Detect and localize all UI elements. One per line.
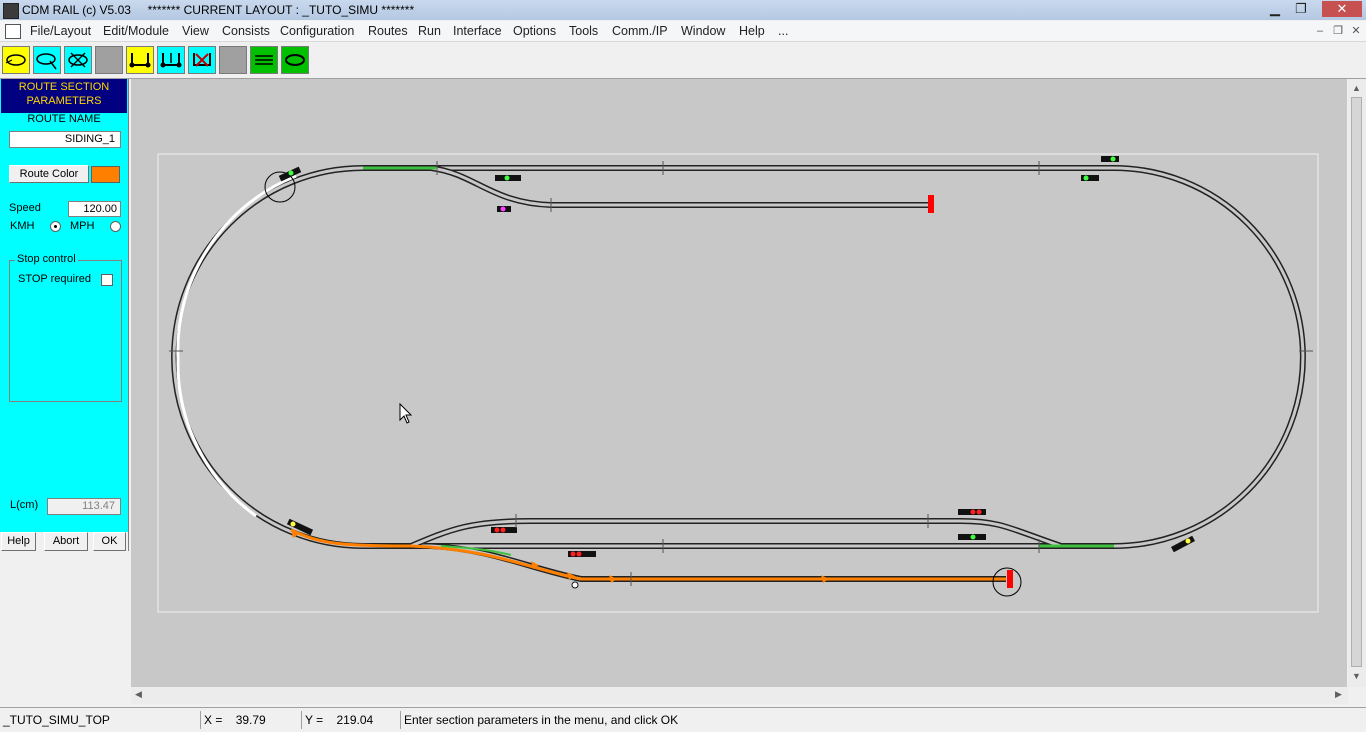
blank-tool-icon-2[interactable] [219,46,247,74]
menu-consists[interactable]: Consists [222,24,270,38]
child-window-icon[interactable] [5,24,21,39]
mdi-close-button[interactable]: ✕ [1348,24,1364,38]
mph-label: MPH [70,220,95,232]
kmh-label: KMH [10,220,35,232]
ok-button[interactable]: OK [93,532,126,551]
status-y-label: Y = [305,713,324,727]
window-title: CDM RAIL (c) V5.03 ******* CURRENT LAYOU… [22,3,415,17]
menu-more[interactable]: ... [778,24,788,38]
close-button[interactable]: ✕ [1322,1,1362,17]
horizontal-scrollbar[interactable]: ◀ ▶ [131,687,1348,704]
status-y-value: 219.04 [336,713,374,727]
selected-section [176,174,297,518]
abort-button[interactable]: Abort [44,532,88,551]
stop-required-label: STOP required [18,273,91,285]
blank-tool-icon[interactable] [95,46,123,74]
route-name-field[interactable]: SIDING_1 [9,131,121,148]
status-x-coordinate: X = 39.79 [200,711,300,729]
vertical-scrollbar[interactable]: ▲ ▼ [1348,79,1366,687]
panel-header-line1: ROUTE SECTION [18,81,110,93]
status-bar: _TUTO_SIMU_TOP X = 39.79 Y = 219.04 Ente… [0,707,1366,732]
menu-file-layout[interactable]: File/Layout [30,24,91,38]
toolbar [0,42,1366,79]
route-loop-icon[interactable] [2,46,30,74]
length-label: L(cm) [10,499,39,511]
mouse-cursor [399,402,413,424]
scroll-left-arrow[interactable]: ◀ [135,689,142,700]
vertical-scroll-thumb[interactable] [1351,97,1362,667]
menu-edit-module[interactable]: Edit/Module [103,24,169,38]
length-field: 113.47 [47,498,121,515]
minimize-button[interactable]: ▁ [1262,1,1288,17]
panel-header-line2: PARAMETERS [26,95,102,107]
tracks-view-icon[interactable] [250,46,278,74]
route-delete-icon[interactable] [64,46,92,74]
stop-control-label: Stop control [15,253,78,265]
route-name-label: ROUTE NAME [27,113,101,125]
panel-header: ROUTE SECTION PARAMETERS [1,79,127,113]
kmh-radio[interactable] [50,221,61,232]
menu-view[interactable]: View [182,24,209,38]
route-color-button[interactable]: Route Color [9,165,89,183]
panel-buttons: Help Abort OK [0,532,128,551]
layout-canvas[interactable] [131,79,1347,687]
route-color-swatch[interactable] [91,166,120,183]
menu-routes[interactable]: Routes [368,24,408,38]
scroll-right-arrow[interactable]: ▶ [1335,689,1342,700]
menu-window[interactable]: Window [681,24,725,38]
menu-comm-ip[interactable]: Comm./IP [612,24,668,38]
app-icon[interactable] [3,3,19,19]
scroll-down-arrow[interactable]: ▼ [1352,671,1361,681]
bottom-passing-track [409,518,1062,549]
route-loop-edit-icon[interactable] [33,46,61,74]
track-section-delete-icon[interactable] [188,46,216,74]
route-section-panel: ROUTE SECTION PARAMETERS ROUTE NAME SIDI… [0,79,129,551]
speed-field[interactable]: 120.00 [68,201,121,217]
menu-interface[interactable]: Interface [453,24,502,38]
status-x-value: 39.79 [235,713,266,727]
status-message: Enter section parameters in the menu, an… [400,711,1364,729]
track-section-edit-icon[interactable] [157,46,185,74]
loop-view-icon[interactable] [281,46,309,74]
route-section [290,528,1006,581]
menu-help[interactable]: Help [739,24,765,38]
speed-label: Speed [9,202,41,214]
top-siding-track [430,165,931,208]
help-button[interactable]: Help [1,532,36,551]
scroll-up-arrow[interactable]: ▲ [1352,83,1361,93]
title-bar: CDM RAIL (c) V5.03 ******* CURRENT LAYOU… [0,0,1366,20]
track-section-icon[interactable] [126,46,154,74]
status-x-label: X = [204,713,223,727]
restore-button[interactable]: ❐ [1288,1,1314,17]
menu-configuration[interactable]: Configuration [280,24,354,38]
menu-tools[interactable]: Tools [569,24,598,38]
mdi-minimize-button[interactable]: ‒ [1312,24,1328,38]
buffer-stop-top [928,195,934,213]
menu-options[interactable]: Options [513,24,556,38]
main-oval-track [171,165,1306,549]
menu-run[interactable]: Run [418,24,441,38]
menu-bar: File/Layout Edit/Module View Consists Co… [0,21,1366,42]
mdi-restore-button[interactable]: ❐ [1330,24,1346,38]
track-layout[interactable] [131,79,1347,687]
status-layout-name: _TUTO_SIMU_TOP [3,713,110,727]
stop-required-checkbox[interactable] [101,274,113,286]
mph-radio[interactable] [110,221,121,232]
status-y-coordinate: Y = 219.04 [301,711,399,729]
buffer-stop-bottom [1007,570,1013,588]
